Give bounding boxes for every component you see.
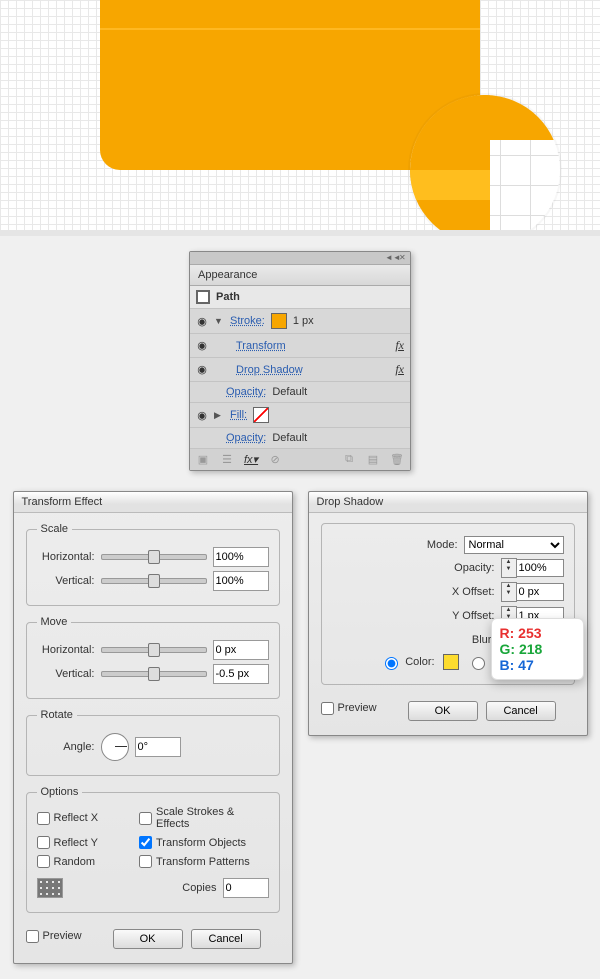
- options-group: Options Reflect X Scale Strokes & Effect…: [26, 786, 280, 913]
- move-group: Move Horizontal: Vertical:: [26, 616, 280, 699]
- scale-legend: Scale: [37, 523, 73, 535]
- opacity-link[interactable]: Opacity:: [226, 386, 266, 398]
- new-art-icon[interactable]: ▣: [196, 453, 210, 466]
- visibility-icon[interactable]: ◉: [196, 363, 208, 376]
- trash-icon[interactable]: 🗑: [390, 453, 404, 466]
- angle-input[interactable]: [135, 737, 181, 757]
- label: X Offset:: [445, 586, 495, 598]
- opacity-value: Default: [272, 386, 307, 398]
- mode-select[interactable]: Normal: [464, 536, 564, 554]
- label: Angle:: [37, 741, 95, 753]
- label: Vertical:: [37, 668, 95, 680]
- opacity-link[interactable]: Opacity:: [226, 432, 266, 444]
- scale-strokes-checkbox[interactable]: Scale Strokes & Effects: [139, 806, 269, 830]
- label: Mode:: [408, 539, 458, 551]
- xoffset-spinner[interactable]: ▲▼: [501, 582, 564, 602]
- zoom-preview: [410, 95, 560, 236]
- cancel-button[interactable]: Cancel: [486, 701, 556, 721]
- fill-link[interactable]: Fill:: [230, 409, 247, 421]
- menu-icon[interactable]: ☰: [220, 453, 234, 466]
- label: Horizontal:: [37, 644, 95, 656]
- panel-footer: ▣ ☰ fx▾ ⊘ ⧉ ▤ 🗑: [190, 449, 410, 470]
- move-h-slider[interactable]: [101, 647, 207, 653]
- reflect-x-checkbox[interactable]: Reflect X: [37, 806, 130, 830]
- stroke-link[interactable]: Stroke:: [230, 315, 265, 327]
- copies-input[interactable]: [223, 878, 269, 898]
- reflect-y-checkbox[interactable]: Reflect Y: [37, 836, 130, 849]
- artwork-divider: [100, 28, 480, 30]
- collapse-icon[interactable]: ◄◄: [385, 253, 393, 261]
- tile-icon: [37, 878, 63, 898]
- move-h-input[interactable]: [213, 640, 269, 660]
- fx-button[interactable]: fx▾: [244, 453, 258, 466]
- cancel-button[interactable]: Cancel: [191, 929, 261, 949]
- visibility-icon[interactable]: ◉: [196, 409, 208, 422]
- rgb-tooltip: R: 253 G: 218 B: 47: [491, 618, 584, 680]
- transform-effect-dialog: Transform Effect Scale Horizontal: Verti…: [13, 491, 293, 964]
- scale-v-slider[interactable]: [101, 578, 207, 584]
- label: Horizontal:: [37, 551, 95, 563]
- panel-title: Appearance: [190, 265, 410, 286]
- label: Vertical:: [37, 575, 95, 587]
- fill-swatch[interactable]: [253, 407, 269, 423]
- ok-button[interactable]: OK: [113, 929, 183, 949]
- scale-v-input[interactable]: [213, 571, 269, 591]
- duplicate-icon[interactable]: ⧉: [342, 453, 356, 466]
- clear-icon[interactable]: ⊘: [268, 453, 282, 466]
- rgb-r: R: 253: [500, 625, 575, 641]
- angle-dial[interactable]: [101, 733, 129, 761]
- visibility-icon[interactable]: ◉: [196, 315, 208, 328]
- expand-icon[interactable]: ▶: [214, 410, 224, 421]
- drop-shadow-link[interactable]: Drop Shadow: [236, 364, 303, 376]
- options-legend: Options: [37, 786, 83, 798]
- copies-label: Copies: [182, 882, 216, 894]
- preview-checkbox[interactable]: Preview: [321, 702, 377, 715]
- fx-icon[interactable]: fx: [395, 362, 404, 377]
- ok-button[interactable]: OK: [408, 701, 478, 721]
- move-v-slider[interactable]: [101, 671, 207, 677]
- transform-link[interactable]: Transform: [236, 340, 286, 352]
- label: Blur:: [445, 634, 495, 646]
- label: Y Offset:: [445, 610, 495, 622]
- object-thumbnail: [196, 290, 210, 304]
- opacity-value: Default: [272, 432, 307, 444]
- transform-objects-checkbox[interactable]: Transform Objects: [139, 836, 269, 849]
- rotate-legend: Rotate: [37, 709, 77, 721]
- drop-shadow-dialog: Drop Shadow Mode: Normal Opacity: ▲▼ X O…: [308, 491, 588, 736]
- stroke-value[interactable]: 1 px: [293, 315, 314, 327]
- close-icon[interactable]: ✕: [399, 253, 407, 261]
- move-legend: Move: [37, 616, 72, 628]
- color-radio[interactable]: Color:: [380, 654, 434, 670]
- scale-h-slider[interactable]: [101, 554, 207, 560]
- opacity-spinner[interactable]: ▲▼: [501, 558, 564, 578]
- canvas-grid: [0, 0, 600, 236]
- scale-h-input[interactable]: [213, 547, 269, 567]
- dialog-title: Transform Effect: [14, 492, 292, 513]
- expand-icon[interactable]: ▼: [214, 316, 224, 326]
- move-v-input[interactable]: [213, 664, 269, 684]
- scale-group: Scale Horizontal: Vertical:: [26, 523, 280, 606]
- color-swatch[interactable]: [443, 654, 459, 670]
- stroke-swatch[interactable]: [271, 313, 287, 329]
- object-type: Path: [216, 291, 240, 303]
- rotate-group: Rotate Angle:: [26, 709, 280, 776]
- rgb-b: B: 47: [500, 657, 575, 673]
- fx-icon[interactable]: fx: [395, 338, 404, 353]
- rgb-g: G: 218: [500, 641, 575, 657]
- preview-checkbox[interactable]: Preview: [26, 930, 82, 943]
- label: Opacity:: [445, 562, 495, 574]
- random-checkbox[interactable]: Random: [37, 855, 130, 868]
- new-icon[interactable]: ▤: [366, 453, 380, 466]
- appearance-panel: ◄◄ ✕ Appearance Path ◉ ▼ Stroke: 1 px ◉ …: [189, 251, 411, 471]
- visibility-icon[interactable]: ◉: [196, 339, 208, 352]
- transform-patterns-checkbox[interactable]: Transform Patterns: [139, 855, 269, 868]
- dialog-title: Drop Shadow: [309, 492, 587, 513]
